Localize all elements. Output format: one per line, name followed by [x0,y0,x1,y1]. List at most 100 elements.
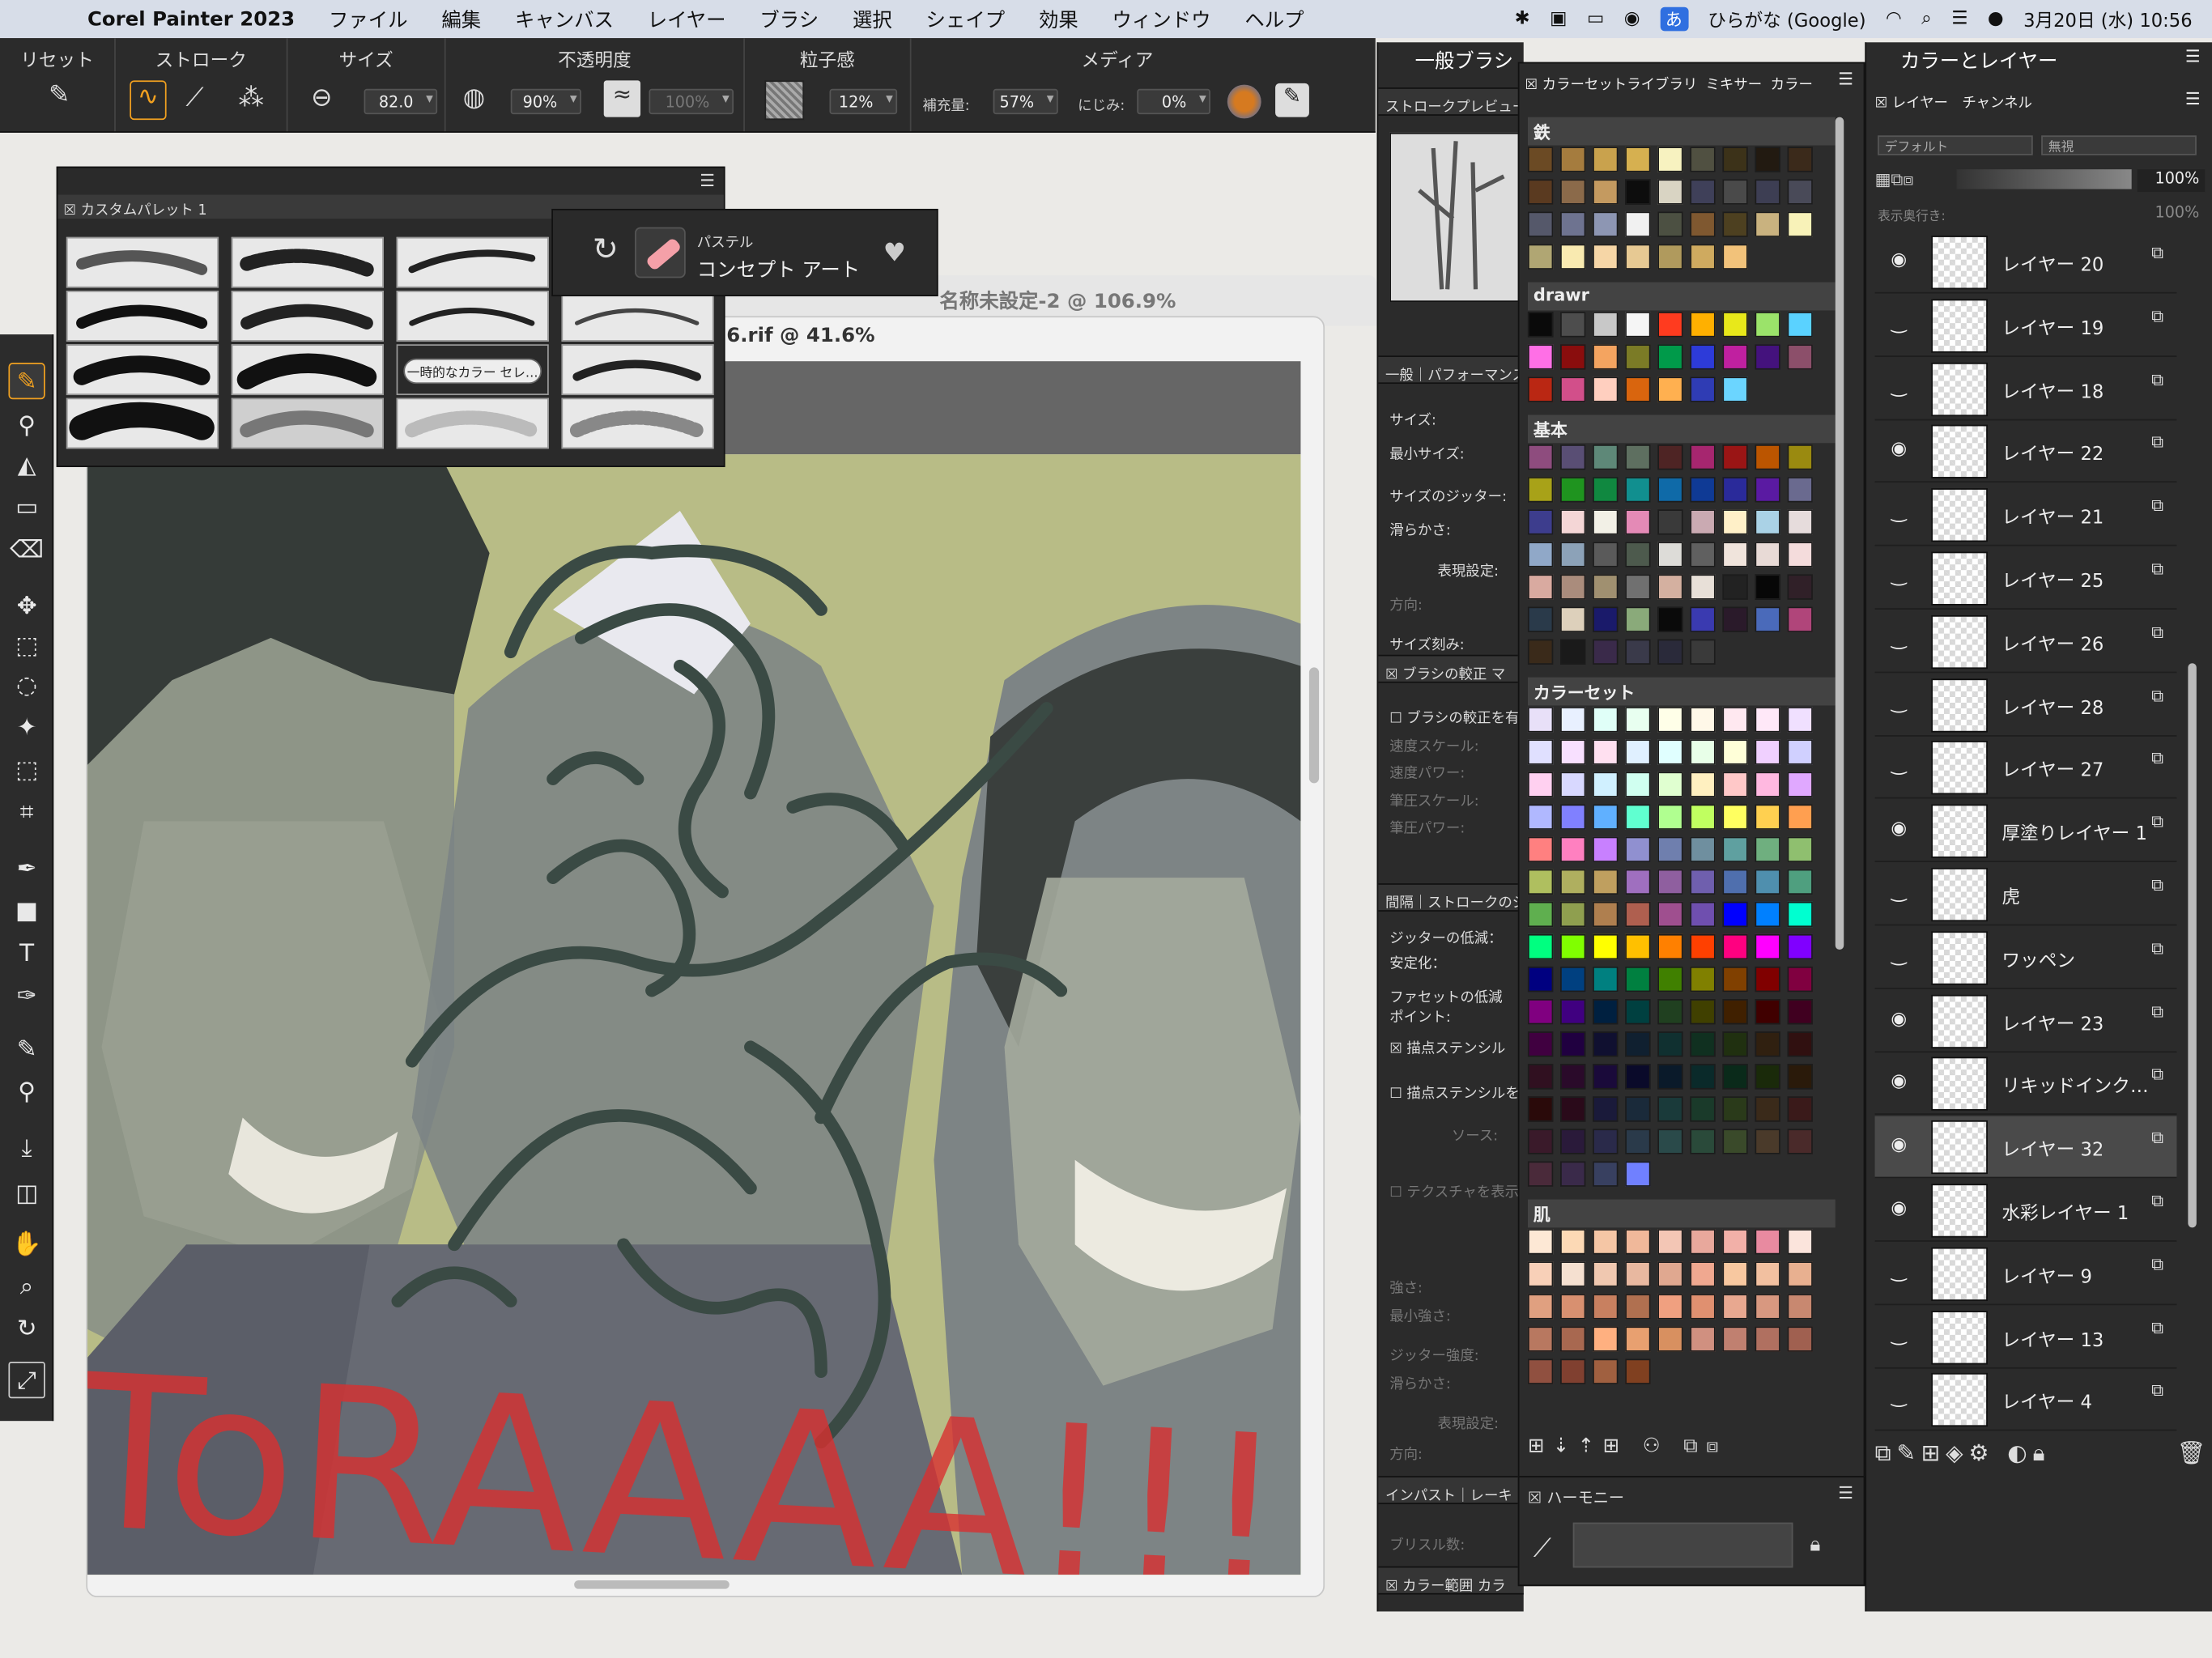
color-swatch[interactable] [1722,147,1748,172]
color-swatch[interactable] [1657,179,1683,205]
color-swatch[interactable] [1755,542,1780,568]
color-swatch[interactable] [1560,1229,1586,1255]
color-swatch[interactable] [1755,312,1780,338]
color-swatch[interactable] [1755,869,1780,895]
color-swatch[interactable] [1722,1129,1748,1154]
brush-selector[interactable]: ↻ パステル コンセプト アート ♥ [551,208,938,297]
color-swatch[interactable] [1593,1326,1619,1352]
cloner-icon[interactable]: ✎ [8,1031,45,1068]
color-swatch[interactable] [1787,966,1813,993]
temporary-color-set[interactable]: 一時的なカラー セレ… [396,344,549,396]
color-swatch[interactable] [1755,1031,1780,1057]
layer-name[interactable]: 水彩レイヤー 1 [2001,1198,2129,1225]
color-swatch[interactable] [1722,707,1748,733]
color-swatch[interactable] [1722,836,1748,862]
eye-closed-icon[interactable]: ‿ [1887,629,1912,650]
color-group-header[interactable]: 肌 [1527,1199,1836,1228]
color-swatch[interactable] [1690,376,1716,402]
color-swatch[interactable] [1625,901,1651,928]
media-color-icon[interactable] [1227,84,1261,119]
color-swatch[interactable] [1593,477,1619,503]
color-swatch[interactable] [1755,179,1780,205]
color-swatch[interactable] [1657,869,1683,895]
color-swatch[interactable] [1722,606,1748,632]
color-swatch[interactable] [1560,1326,1586,1352]
color-swatch[interactable] [1593,509,1619,535]
color-swatch[interactable] [1787,901,1813,928]
color-swatch[interactable] [1690,1129,1716,1154]
lasso-icon[interactable]: ◌ [8,667,45,704]
layer-row[interactable]: ◉ 厚塗りレイヤー 1 ⧉ [1874,801,2177,863]
color-swatch[interactable] [1657,1229,1683,1255]
eye-open-icon[interactable]: ◉ [1887,250,1912,271]
color-swatch[interactable] [1593,966,1619,993]
color-swatch[interactable] [1527,869,1554,895]
color-swatch[interactable] [1625,1161,1651,1187]
color-swatch[interactable] [1787,1294,1813,1320]
tab-performance[interactable]: パフォーマンス [1427,368,1523,384]
color-swatch[interactable] [1560,804,1586,830]
color-swatch[interactable] [1593,244,1619,270]
magnifier-icon[interactable]: ⌕ [8,1269,45,1305]
color-swatch[interactable] [1625,1096,1651,1122]
stroke-settings-icon[interactable]: ⁂ [234,83,268,113]
paper-texture-swatch[interactable] [764,80,805,121]
eye-closed-icon[interactable]: ‿ [1887,692,1912,713]
color-swatch[interactable] [1527,707,1554,733]
color-swatch[interactable] [1593,1229,1619,1255]
display-icon[interactable]: ▣ [1550,8,1567,29]
color-swatch[interactable] [1560,639,1586,665]
calibration-checkbox[interactable]: ☐ ブラシの較正を有 [1389,705,1519,726]
color-swatch[interactable] [1690,1229,1716,1255]
size-value[interactable]: 82.0 [364,88,438,115]
color-swatch[interactable] [1527,179,1554,205]
color-swatch[interactable] [1560,772,1586,797]
tab-mixer[interactable]: ミキサー [1705,72,1762,93]
color-swatch[interactable] [1527,1294,1554,1320]
depth-value[interactable]: 100% [2138,203,2206,226]
color-swatch[interactable] [1527,739,1554,765]
composite-method-select[interactable]: デフォルト [1878,135,2033,155]
color-swatch[interactable] [1527,1161,1554,1187]
color-swatch[interactable] [1787,344,1813,370]
delete-layer-icon[interactable]: 🗑︎ [2176,1439,2205,1466]
color-swatch[interactable] [1625,933,1651,960]
color-swatch[interactable] [1755,477,1780,503]
color-swatch[interactable] [1690,869,1716,895]
color-swatch[interactable] [1625,542,1651,568]
color-swatch[interactable] [1657,444,1683,470]
color-swatch[interactable] [1593,901,1619,928]
palette-brush-7[interactable] [561,291,714,342]
color-swatch[interactable] [1625,1064,1651,1090]
color-swatch[interactable] [1657,966,1683,993]
color-swatch[interactable] [1560,1129,1586,1154]
bluetooth-icon[interactable]: ✱ [1515,8,1530,29]
color-swatch[interactable] [1787,211,1813,237]
magic-wand-icon[interactable]: ✦ [8,710,45,746]
color-swatch[interactable] [1722,901,1748,928]
layer-lock-icons[interactable]: ▦⧉⧈ [1875,169,1914,190]
color-swatch[interactable] [1593,344,1619,370]
color-swatch[interactable] [1527,966,1554,993]
color-swatch[interactable] [1560,999,1586,1025]
color-swatch[interactable] [1625,477,1651,503]
layer-name[interactable]: リキッドインク… [2001,1072,2148,1099]
layer-row[interactable]: ‿ レイヤー 28 ⧉ [1874,674,2177,737]
color-swatch[interactable] [1657,739,1683,765]
color-swatch[interactable] [1722,1064,1748,1090]
palette-brush-2[interactable] [231,236,384,288]
color-swatch[interactable] [1787,606,1813,632]
color-swatch[interactable] [1527,574,1554,600]
layer-name[interactable]: 虎 [2001,882,2020,908]
color-swatch[interactable] [1560,739,1586,765]
dodge-icon[interactable]: ⤓ [8,1130,45,1167]
color-swatch[interactable] [1787,509,1813,535]
color-swatch[interactable] [1690,509,1716,535]
color-swatch[interactable] [1560,211,1586,237]
color-swatch[interactable] [1722,1261,1748,1287]
color-swatch[interactable] [1755,1229,1780,1255]
color-swatch[interactable] [1657,1064,1683,1090]
palette-brush-12[interactable] [231,397,384,449]
layer-name[interactable]: レイヤー 9 [2001,1261,2092,1288]
layer-name[interactable]: レイヤー 23 [2001,1009,2104,1035]
